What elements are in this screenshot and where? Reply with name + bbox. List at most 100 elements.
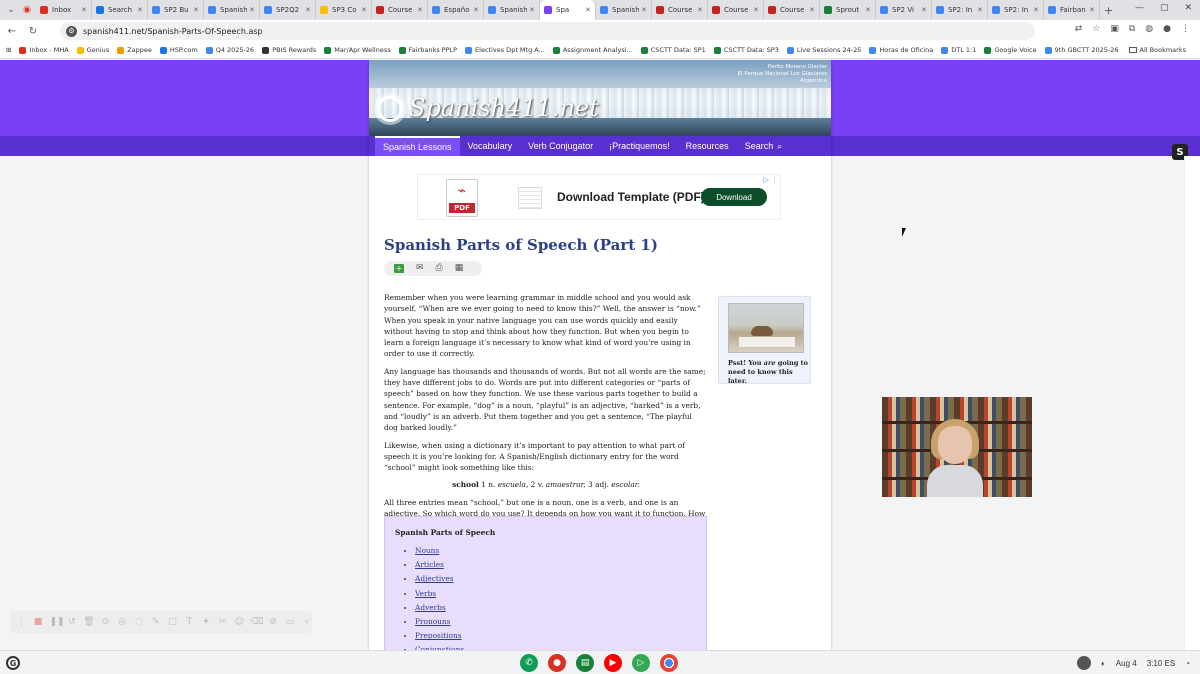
shape-icon[interactable]: ▢: [167, 617, 178, 627]
classroom-app-icon[interactable]: ▤: [576, 654, 594, 672]
nav-resources[interactable]: Resources: [678, 136, 737, 156]
extensions-puzzle-icon[interactable]: ⧉: [1129, 24, 1135, 34]
browser-tab[interactable]: Course ✕: [764, 0, 820, 20]
nav-spanish-lessons[interactable]: Spanish Lessons: [375, 136, 460, 156]
tab-close-icon[interactable]: ✕: [921, 6, 927, 14]
tab-close-icon[interactable]: ✕: [697, 6, 703, 14]
restart-icon[interactable]: ↺: [66, 617, 77, 627]
tab-close-icon[interactable]: ✕: [137, 6, 143, 14]
bookmark-item[interactable]: PBIS Rewards: [262, 46, 316, 54]
grip-icon[interactable]: ⋮: [16, 617, 27, 627]
pointer-icon[interactable]: ⊙: [100, 617, 111, 627]
nav-practiquemos[interactable]: ¡Practiquemos!: [601, 136, 678, 156]
browser-tab[interactable]: Course ✕: [652, 0, 708, 20]
browser-tab[interactable]: Fairban ✕: [1044, 0, 1100, 20]
bookmark-item[interactable]: Assignment Analysi...: [552, 46, 633, 54]
close-window-icon[interactable]: ✕: [1184, 3, 1192, 13]
bookmark-item[interactable]: Zappee: [117, 46, 152, 54]
toc-item[interactable]: Nouns: [415, 546, 464, 560]
browser-tab[interactable]: Search ✕: [92, 0, 148, 20]
spotlight-icon[interactable]: ◌: [134, 617, 145, 627]
toc-link[interactable]: Articles: [415, 560, 444, 569]
toc-item[interactable]: Adjectives: [415, 574, 464, 588]
tab-close-icon[interactable]: ✕: [473, 6, 479, 14]
bookmark-item[interactable]: CSCTT Data: SP1: [640, 46, 706, 54]
browser-tab[interactable]: SP2 Vi ✕: [876, 0, 932, 20]
toc-item[interactable]: Prepositions: [415, 631, 464, 645]
webcam-overlay[interactable]: [882, 397, 1032, 497]
screencast-app-icon[interactable]: ●: [548, 654, 566, 672]
toc-item[interactable]: Verbs: [415, 589, 464, 603]
browser-tab[interactable]: SP3 Co ✕: [316, 0, 372, 20]
toc-item[interactable]: Articles: [415, 560, 464, 574]
toc-link[interactable]: Pronouns: [415, 617, 450, 626]
tab-close-icon[interactable]: ✕: [529, 6, 535, 14]
menu-icon[interactable]: ⋮: [1181, 24, 1190, 34]
ad-title[interactable]: Download Template (PDF): [557, 190, 705, 204]
toc-link[interactable]: Prepositions: [415, 631, 462, 640]
browser-tab[interactable]: Course ✕: [372, 0, 428, 20]
eraser-icon[interactable]: ⌫: [251, 617, 264, 627]
tab-close-icon[interactable]: ✕: [249, 6, 255, 14]
browser-tab[interactable]: Spanish ✕: [596, 0, 652, 20]
mic-extension-icon[interactable]: ◍: [1145, 24, 1153, 34]
browser-tab[interactable]: SP2: In ✕: [988, 0, 1044, 20]
browser-tab[interactable]: SP2 Bu ✕: [148, 0, 204, 20]
browser-tab[interactable]: SP2: In ✕: [932, 0, 988, 20]
toc-link[interactable]: Adverbs: [415, 603, 446, 612]
emoji-icon[interactable]: ☺: [234, 617, 245, 627]
account-avatar[interactable]: [1076, 656, 1091, 670]
phone-app-icon[interactable]: ✆: [520, 654, 538, 672]
tab-close-icon[interactable]: ✕: [753, 6, 759, 14]
extension-icon[interactable]: ▣: [1110, 24, 1119, 34]
system-tray[interactable]: ◐ Aug 4 3:10 ES ◔: [1076, 656, 1190, 670]
bookmark-add-icon[interactable]: +: [394, 264, 404, 273]
tab-close-icon[interactable]: ✕: [361, 6, 367, 14]
bookmark-star-icon[interactable]: ☆: [1092, 24, 1100, 34]
bookmark-item[interactable]: Electives Dpt Mtg A...: [465, 46, 545, 54]
browser-tab[interactable]: Españo ✕: [428, 0, 484, 20]
text-icon[interactable]: T: [184, 617, 195, 627]
qr-code-icon[interactable]: ▦: [455, 264, 464, 273]
nav-vocabulary[interactable]: Vocabulary: [460, 136, 521, 156]
browser-tab[interactable]: Spa ✕: [540, 0, 596, 20]
nav-search[interactable]: Search ⌕: [737, 136, 791, 156]
tab-search-icon[interactable]: ⌄: [4, 3, 18, 17]
tab-close-icon[interactable]: ✕: [585, 6, 591, 14]
download-button[interactable]: Download: [701, 188, 767, 206]
collapse-icon[interactable]: ‹: [301, 617, 312, 627]
profile-icon[interactable]: ●: [1163, 24, 1171, 34]
browser-tab[interactable]: SP2Q2 ✕: [260, 0, 316, 20]
toc-item[interactable]: Pronouns: [415, 617, 464, 631]
tab-close-icon[interactable]: ✕: [305, 6, 311, 14]
bookmark-item[interactable]: DTL 1:1: [941, 46, 976, 54]
browser-tab[interactable]: Sprout ✕: [820, 0, 876, 20]
tab-close-icon[interactable]: ✕: [1033, 6, 1039, 14]
browser-tab[interactable]: Spanish ✕: [204, 0, 260, 20]
tab-close-icon[interactable]: ✕: [641, 6, 647, 14]
maximize-icon[interactable]: ▢: [1160, 3, 1169, 13]
address-bar[interactable]: ⚙ spanish411.net/Spanish-Parts-Of-Speech…: [60, 22, 1035, 40]
browser-tab[interactable]: Inbox ✕: [36, 0, 92, 20]
bookmark-item[interactable]: 9th GBCTT 2025-26: [1044, 46, 1118, 54]
adchoices-icon[interactable]: ▷ ⋮: [763, 176, 778, 184]
bookmark-item[interactable]: Mar/Apr Wellness: [324, 46, 391, 54]
tab-close-icon[interactable]: ✕: [809, 6, 815, 14]
bookmark-item[interactable]: Fairbanks PPLP: [398, 46, 457, 54]
apps-grid-icon[interactable]: ⊞: [6, 46, 11, 54]
clear-icon[interactable]: ⊘: [268, 617, 279, 627]
print-icon[interactable]: ⎙: [436, 264, 443, 273]
nav-verb-conjugator[interactable]: Verb Conjugator: [520, 136, 601, 156]
minimize-icon[interactable]: —: [1135, 3, 1144, 13]
browser-tab[interactable]: Spanish ✕: [484, 0, 540, 20]
bookmark-item[interactable]: Genius: [76, 46, 109, 54]
play-store-icon[interactable]: ▷: [632, 654, 650, 672]
bookmark-item[interactable]: HSP.com: [159, 46, 198, 54]
new-tab-icon[interactable]: +: [1104, 4, 1118, 17]
toc-link[interactable]: Verbs: [415, 589, 436, 598]
browser-tab[interactable]: Course ✕: [708, 0, 764, 20]
record-icon[interactable]: ■: [33, 617, 44, 627]
bookmark-item[interactable]: Google Voice: [984, 46, 1037, 54]
tab-close-icon[interactable]: ✕: [81, 6, 87, 14]
reload-icon[interactable]: ↻: [24, 22, 42, 40]
